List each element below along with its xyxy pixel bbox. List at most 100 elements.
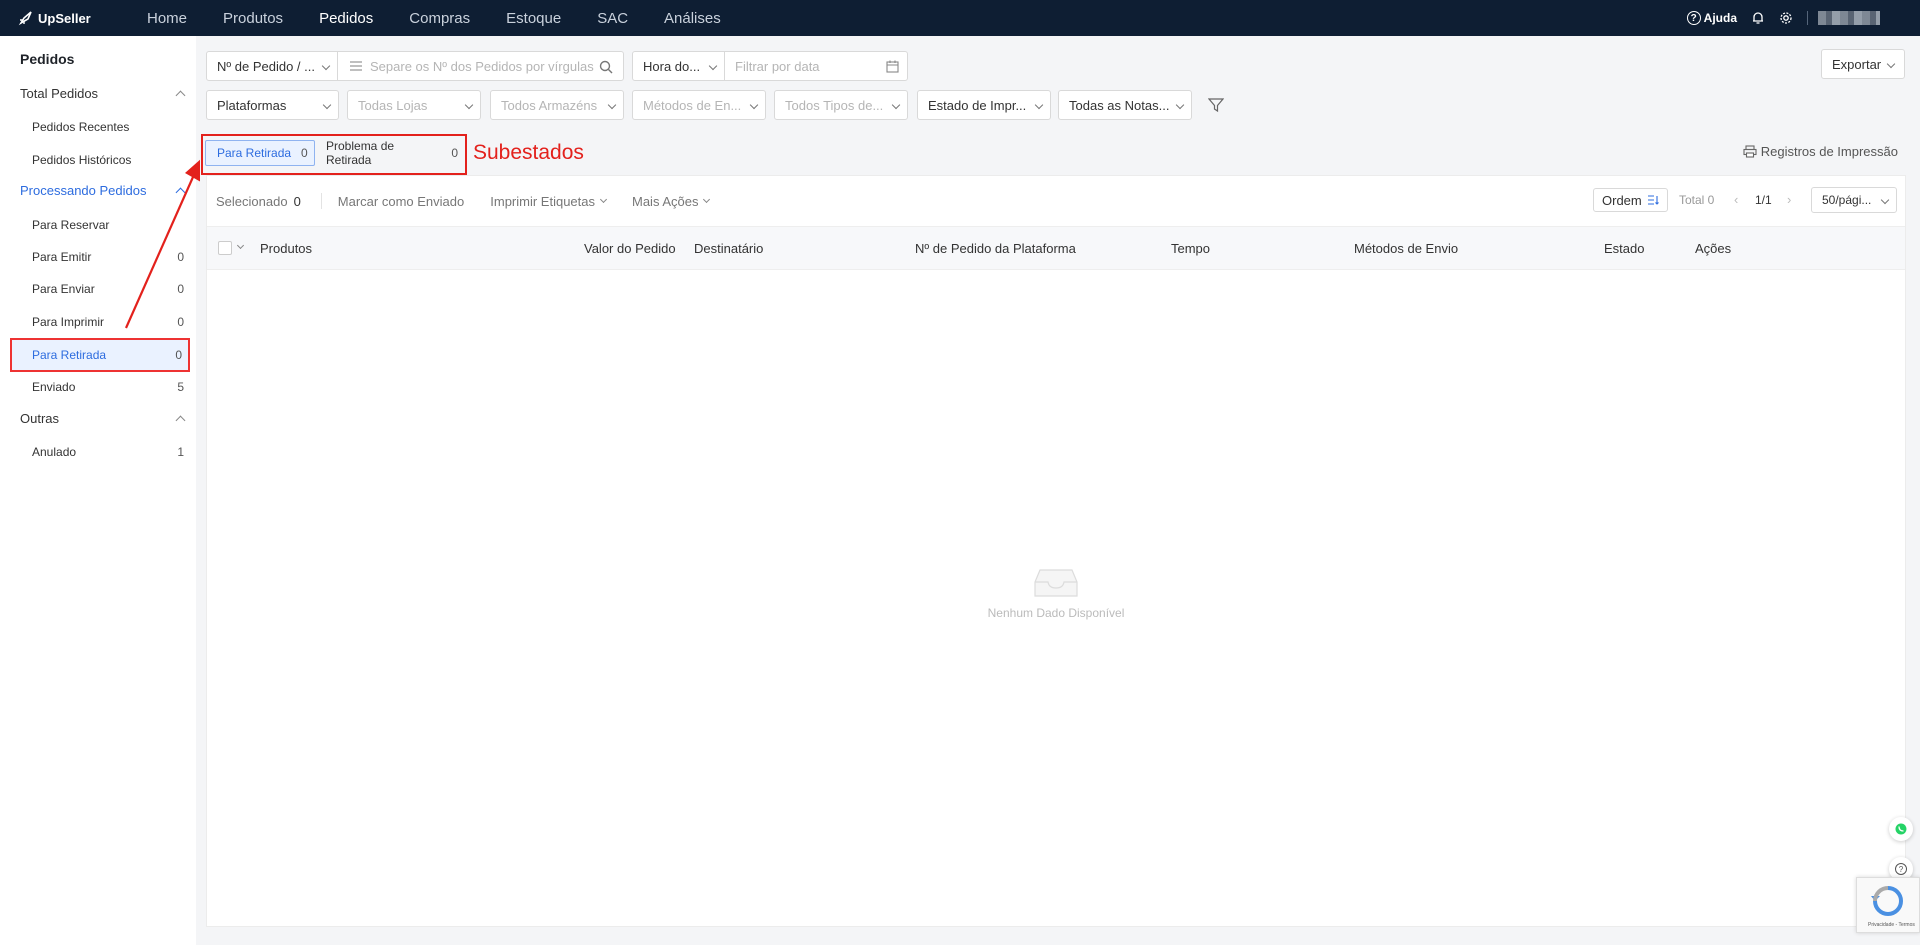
recaptcha-badge[interactable]: Privacidade - Termos: [1856, 877, 1920, 933]
question-icon: ?: [1895, 863, 1907, 875]
chevron-down-icon[interactable]: [236, 241, 245, 250]
notes-select[interactable]: Todas as Notas...: [1058, 90, 1192, 120]
brand-name: UpSeller: [38, 10, 91, 26]
help-button[interactable]: ? Ajuda: [1686, 11, 1737, 25]
chevron-down-icon: [891, 100, 901, 110]
annotation-arrow: [124, 159, 200, 329]
sidebar-item-label: Para Retirada: [32, 348, 107, 362]
orders-panel: Selecionado 0 Marcar como Enviado Imprim…: [206, 175, 1906, 927]
warehouses-select[interactable]: Todos Armazéns: [490, 90, 624, 120]
nav-produtos[interactable]: Produtos: [223, 10, 283, 27]
notes-value: Todas as Notas...: [1069, 97, 1170, 113]
sidebar-item-enviado[interactable]: Enviado 5: [10, 372, 190, 402]
mark-shipped-button[interactable]: Marcar como Enviado: [338, 194, 464, 209]
page-size-select[interactable]: 50/pági...: [1811, 187, 1897, 213]
sidebar-group-other[interactable]: Outras: [20, 411, 188, 426]
action-divider: [320, 193, 322, 209]
sidebar-item-label: Para Emitir: [32, 250, 92, 264]
nav-pedidos[interactable]: Pedidos: [319, 10, 373, 27]
chevron-down-icon: [321, 61, 331, 71]
gear-icon[interactable]: [1779, 11, 1793, 25]
sidebar-item-count: 5: [177, 380, 184, 394]
tab-label: Para Retirada: [217, 146, 292, 160]
sidebar-item-pedidos-recentes[interactable]: Pedidos Recentes: [10, 112, 190, 142]
shipping-methods-select[interactable]: Métodos de En...: [632, 90, 766, 120]
account-menu[interactable]: [1818, 11, 1880, 25]
sort-icon: [1647, 195, 1659, 205]
chevron-down-icon: [1880, 195, 1890, 205]
types-value: Todos Tipos de...: [785, 97, 884, 113]
recaptcha-icon: [1871, 886, 1903, 916]
sidebar-item-label: Para Enviar: [32, 282, 95, 296]
print-status-select[interactable]: Estado de Impr...: [917, 90, 1051, 120]
sidebar-item-label: Pedidos Históricos: [32, 153, 132, 167]
nav-sac[interactable]: SAC: [597, 10, 628, 27]
tab-count: 0: [301, 146, 308, 160]
date-filter-input[interactable]: Filtrar por data: [724, 51, 908, 81]
column-header-valor: Valor do Pedido: [584, 241, 676, 256]
chevron-down-icon: [599, 195, 608, 204]
column-header-acoes: Ações: [1695, 241, 1732, 256]
action-bar: Selecionado 0 Marcar como Enviado Imprim…: [207, 176, 1905, 226]
chevron-up-icon: [175, 415, 186, 425]
chevron-down-icon: [1886, 59, 1896, 69]
platforms-select[interactable]: Plataformas: [206, 90, 339, 120]
search-icon[interactable]: [599, 60, 613, 74]
nav-estoque[interactable]: Estoque: [506, 10, 561, 27]
search-placeholder: Separe os Nº dos Pedidos por vírgulas: [370, 58, 594, 74]
column-header-produtos: Produtos: [260, 241, 313, 256]
total-count: Total 0: [1679, 193, 1715, 207]
help-icon: ?: [1686, 11, 1701, 25]
sidebar-title: Pedidos: [20, 51, 75, 67]
chevron-down-icon: [1175, 100, 1185, 110]
print-labels-label: Imprimir Etiquetas: [490, 193, 595, 209]
print-records-link[interactable]: Registros de Impressão: [1743, 144, 1898, 159]
nav-analises[interactable]: Análises: [664, 10, 721, 27]
empty-state: Nenhum Dado Disponível: [207, 564, 1905, 620]
nav-home[interactable]: Home: [147, 10, 187, 27]
nav-compras[interactable]: Compras: [409, 10, 470, 27]
list-icon: [350, 61, 362, 71]
select-all-checkbox[interactable]: [218, 241, 232, 255]
more-actions-label: Mais Ações: [632, 193, 699, 209]
filter-icon[interactable]: [1208, 97, 1224, 113]
bell-icon[interactable]: [1751, 11, 1765, 25]
column-header-estado: Estado: [1604, 241, 1645, 256]
tab-problema-de-retirada[interactable]: Problema de Retirada 0: [318, 139, 458, 167]
nav-divider: [1807, 11, 1808, 25]
sidebar-item-para-retirada[interactable]: Para Retirada 0: [10, 338, 190, 372]
next-page-icon[interactable]: ›: [1787, 192, 1791, 207]
sidebar-item-label: Enviado: [32, 380, 76, 394]
chevron-down-icon: [464, 100, 474, 110]
export-label: Exportar: [1832, 56, 1882, 72]
time-type-select[interactable]: Hora do...: [632, 51, 725, 81]
search-type-value: Nº de Pedido / ...: [217, 58, 315, 74]
print-labels-button[interactable]: Imprimir Etiquetas: [490, 193, 608, 209]
sidebar-item-count: 1: [177, 445, 184, 459]
prev-page-icon[interactable]: ‹: [1734, 192, 1738, 207]
tab-para-retirada[interactable]: Para Retirada 0: [205, 140, 315, 166]
sidebar-item-anulado[interactable]: Anulado 1: [10, 437, 190, 467]
chevron-down-icon: [607, 100, 617, 110]
tab-label: Problema de Retirada: [326, 139, 395, 167]
upseller-logo[interactable]: UpSeller: [18, 10, 113, 26]
column-header-metodos-envio: Métodos de Envio: [1354, 241, 1459, 256]
stores-select[interactable]: Todas Lojas: [347, 90, 481, 120]
search-type-select[interactable]: Nº de Pedido / ...: [206, 51, 338, 81]
print-status-value: Estado de Impr...: [928, 97, 1027, 113]
sidebar-group-total[interactable]: Total Pedidos: [20, 86, 188, 101]
whatsapp-button[interactable]: [1889, 817, 1913, 841]
chevron-down-icon: [322, 100, 332, 110]
more-actions-button[interactable]: Mais Ações: [632, 193, 711, 209]
sort-label: Ordem: [1602, 192, 1642, 208]
rocket-icon: [18, 11, 32, 26]
search-input[interactable]: Separe os Nº dos Pedidos por vírgulas: [337, 51, 624, 81]
shipping-methods-value: Métodos de En...: [643, 97, 742, 113]
sort-button[interactable]: Ordem: [1593, 188, 1668, 212]
types-select[interactable]: Todos Tipos de...: [774, 90, 908, 120]
sidebar-group-label: Total Pedidos: [20, 86, 99, 101]
export-button[interactable]: Exportar: [1821, 49, 1905, 79]
calendar-icon: [886, 60, 899, 73]
column-header-numero-pedido: Nº de Pedido da Plataforma: [915, 241, 1076, 256]
page-indicator: 1/1: [1755, 193, 1772, 207]
